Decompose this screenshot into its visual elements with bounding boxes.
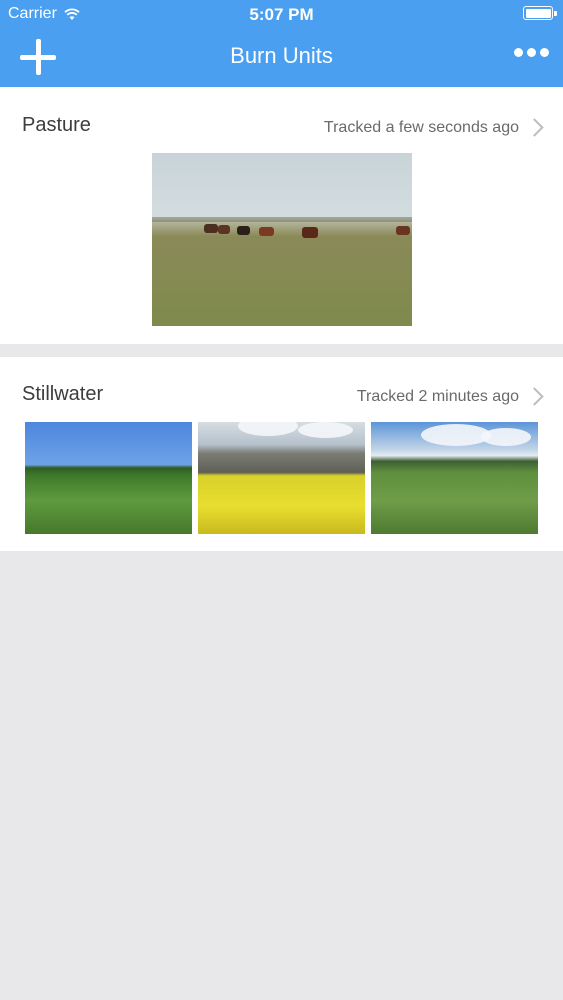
- header: Carrier 5:07 PM Burn Units: [0, 0, 563, 87]
- tracked-time: Tracked 2 minutes ago: [356, 388, 519, 405]
- ellipsis-icon[interactable]: [514, 48, 549, 57]
- cow: [396, 226, 410, 235]
- burn-unit-card-pasture[interactable]: Pasture Tracked a few seconds ago: [0, 87, 563, 344]
- cloud: [298, 422, 353, 438]
- treeline: [152, 217, 412, 222]
- burn-unit-name: Pasture: [22, 114, 91, 136]
- tracked-time: Tracked a few seconds ago: [323, 119, 519, 136]
- cow: [237, 226, 250, 235]
- page-title: Burn Units: [230, 43, 333, 68]
- cow: [204, 224, 218, 233]
- status-bar: Carrier 5:07 PM: [0, 0, 563, 28]
- battery-tip: [554, 10, 557, 16]
- photo-yellow-flower-field[interactable]: [198, 422, 365, 534]
- dot: [527, 48, 536, 57]
- cow: [259, 227, 274, 236]
- cow: [218, 225, 230, 234]
- photo-green-field-cloudy-sky[interactable]: [371, 422, 538, 534]
- screen: Carrier 5:07 PM Burn Units Pasture Track…: [0, 0, 563, 1000]
- navigation-bar: Burn Units: [0, 28, 563, 87]
- burn-unit-name: Stillwater: [22, 383, 104, 405]
- dot: [540, 48, 549, 57]
- cloud: [238, 422, 298, 436]
- cloud: [481, 428, 531, 446]
- photo-green-field-blue-sky[interactable]: [25, 422, 192, 534]
- cow: [302, 227, 318, 238]
- dot: [514, 48, 523, 57]
- chevron-right-icon: [525, 118, 544, 137]
- burn-unit-card-stillwater[interactable]: Stillwater Tracked 2 minutes ago: [0, 357, 563, 551]
- clock: 5:07 PM: [249, 5, 314, 24]
- battery-level: [525, 8, 551, 18]
- battery-icon: [523, 6, 557, 20]
- photo-pasture-with-cattle[interactable]: [152, 153, 412, 326]
- chevron-right-icon: [525, 387, 544, 406]
